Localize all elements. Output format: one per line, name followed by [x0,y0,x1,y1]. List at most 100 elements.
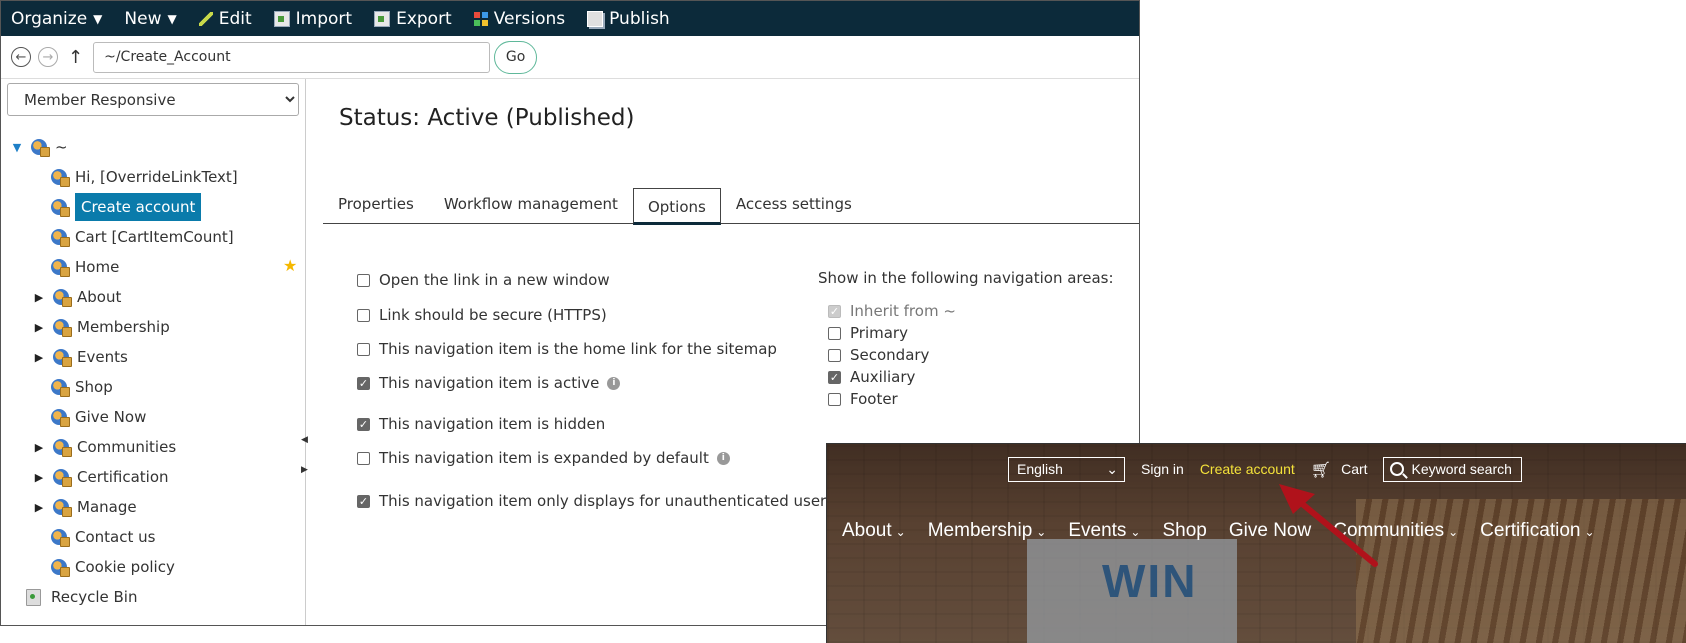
option-unauthenticated[interactable]: ✓ This navigation item only displays for… [357,492,834,510]
tree-item-contact[interactable]: Contact us [51,524,155,550]
edit-label: Edit [218,8,252,29]
tree-item-recycle-bin[interactable]: Recycle Bin [26,584,137,610]
new-menu[interactable]: New ▼ [124,9,176,29]
option-new-window[interactable]: Open the link in a new window [357,271,610,289]
tree-item-membership[interactable]: ▶ Membership [33,314,170,340]
checkbox[interactable] [828,392,841,406]
tree-item-manage[interactable]: ▶ Manage [33,494,137,520]
nav-page-icon [53,289,72,307]
tree-root[interactable]: ▼ ~ [11,134,68,160]
expand-down-icon[interactable]: ▼ [11,141,23,154]
expand-right-icon[interactable]: ▶ [33,351,45,364]
nav-area-primary[interactable]: Primary [828,324,908,342]
tree-item-communities[interactable]: ▶ Communities [33,434,176,460]
forward-arrow-icon[interactable]: → [38,47,58,67]
nav-page-icon [53,319,72,337]
export-button[interactable]: Export [374,9,452,29]
page-status-title: Status: Active (Published) [339,105,635,131]
nav-page-icon [51,199,70,217]
import-label: Import [295,8,353,29]
tree-item-cart[interactable]: Cart [CartItemCount] [51,224,234,250]
tree-item-label: Shop [75,378,113,396]
checkbox-checked[interactable]: ✓ [357,376,370,390]
checkbox-checked[interactable]: ✓ [357,494,370,508]
versions-icon [473,11,488,26]
nav-area-secondary[interactable]: Secondary [828,346,929,364]
option-label: Open the link in a new window [379,271,610,289]
checkbox-checked[interactable]: ✓ [828,370,841,384]
chevron-down-icon: ▼ [167,11,177,26]
checkbox[interactable] [828,326,841,340]
tree-item-cookie-policy[interactable]: Cookie policy [51,554,175,580]
tree-item-give-now[interactable]: Give Now [51,404,146,430]
up-arrow-icon[interactable]: ↑ [68,47,83,68]
option-hidden[interactable]: ✓ This navigation item is hidden [357,415,605,433]
tree-item-label: Manage [77,498,137,516]
versions-label: Versions [493,8,566,29]
nav-page-icon [53,499,72,517]
organize-menu[interactable]: Organize ▼ [11,9,102,29]
site-select[interactable]: Member Responsive [7,83,299,116]
checkbox[interactable] [357,308,370,322]
tab-access-settings[interactable]: Access settings [721,195,867,223]
tree-root-label: ~ [55,138,68,156]
info-icon[interactable]: i [607,376,621,390]
option-label: This navigation item is expanded by defa… [379,449,709,467]
expand-right-icon[interactable]: ▶ [33,471,45,484]
tree-item-label: Recycle Bin [51,588,138,606]
back-arrow-icon[interactable]: ← [11,47,31,67]
tree-item-label: Create account [75,193,202,221]
tree-item-home[interactable]: Home [51,254,119,280]
nav-area-footer[interactable]: Footer [828,390,898,408]
checkbox[interactable] [828,348,841,362]
tree-item-label: About [77,288,122,306]
checkbox[interactable] [357,273,370,287]
publish-icon [587,10,604,27]
import-button[interactable]: Import [273,8,353,29]
tree-item-label: Cookie policy [75,558,175,576]
address-bar: ← → ↑ Go [1,36,1139,79]
option-active[interactable]: ✓ This navigation item is active i [357,374,621,392]
expand-right-icon[interactable]: ▶ [33,441,45,454]
nav-page-icon [51,169,70,187]
tab-properties[interactable]: Properties [323,195,429,223]
info-icon[interactable]: i [716,451,730,465]
checkbox-disabled: ✓ [828,304,841,318]
versions-button[interactable]: Versions [473,8,566,29]
tree-item-certification[interactable]: ▶ Certification [33,464,169,490]
nav-page-icon [51,559,70,577]
tree-item-shop[interactable]: Shop [51,374,113,400]
tab-workflow-management[interactable]: Workflow management [429,195,633,223]
expand-right-icon[interactable]: ▶ [33,321,45,334]
option-home-link[interactable]: This navigation item is the home link fo… [357,340,777,358]
option-label: Footer [850,390,898,408]
option-label: This navigation item is the home link fo… [379,340,777,358]
option-label: Primary [850,324,908,342]
tab-options[interactable]: Options [632,188,721,225]
annotation-arrow-icon [1279,484,1378,567]
tree-item-events[interactable]: ▶ Events [33,344,128,370]
path-input[interactable] [93,41,491,73]
edit-button[interactable]: Edit [198,8,252,29]
option-label: This navigation item is hidden [379,415,606,433]
tree-item-about[interactable]: ▶ About [33,284,121,310]
option-label: This navigation item only displays for u… [379,492,835,510]
publish-button[interactable]: Publish [587,9,670,29]
checkbox[interactable] [357,451,370,465]
tree-item-label: Contact us [75,528,156,546]
site-tree-panel: Member Responsive ▼ ~ Hi, [OverrideLinkT… [1,79,308,625]
export-label: Export [396,8,452,29]
tree-item-hi[interactable]: Hi, [OverrideLinkText] [51,164,238,190]
checkbox-checked[interactable]: ✓ [357,417,370,431]
nav-area-auxiliary[interactable]: ✓ Auxiliary [828,368,915,386]
tree-item-create-account[interactable]: Create account [51,193,202,221]
nav-areas-heading: Show in the following navigation areas: [818,269,1114,287]
expand-right-icon[interactable]: ▶ [33,291,45,304]
expand-right-icon[interactable]: ▶ [33,501,45,514]
option-secure-link[interactable]: Link should be secure (HTTPS) [357,306,607,324]
option-expanded[interactable]: This navigation item is expanded by defa… [357,449,730,467]
checkbox[interactable] [357,342,370,356]
go-button[interactable]: Go [494,40,538,74]
tree-item-label: Give Now [75,408,147,426]
pencil-icon [198,11,213,26]
